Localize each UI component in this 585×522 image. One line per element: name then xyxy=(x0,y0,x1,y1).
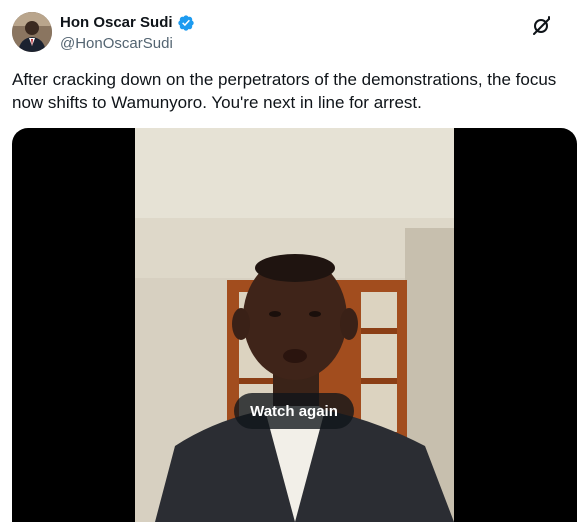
author-display-name[interactable]: Hon Oscar Sudi xyxy=(60,14,173,32)
video-player[interactable]: Watch again xyxy=(12,128,577,522)
author-handle[interactable]: @HonOscarSudi xyxy=(60,35,173,53)
watch-again-button[interactable]: Watch again xyxy=(234,393,354,429)
author-name-row: Hon Oscar Sudi xyxy=(60,14,195,32)
verified-badge-icon[interactable] xyxy=(177,14,195,32)
video-frame[interactable] xyxy=(135,128,454,522)
grok-icon[interactable] xyxy=(530,14,554,38)
tweet-text: After cracking down on the perpetrators … xyxy=(12,70,557,112)
avatar[interactable] xyxy=(12,12,52,52)
